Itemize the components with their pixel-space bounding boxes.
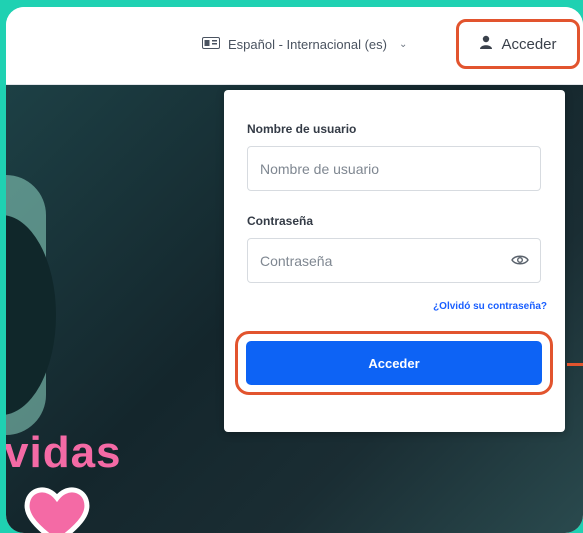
language-icon — [202, 36, 220, 52]
heart-icon — [22, 480, 92, 533]
username-placeholder: Nombre de usuario — [260, 160, 380, 177]
username-label: Nombre de usuario — [247, 122, 357, 136]
username-input[interactable]: Nombre de usuario — [247, 146, 541, 191]
language-selector[interactable]: Español - Internacional (es) ⌄ — [202, 34, 407, 54]
chevron-down-icon: ⌄ — [398, 38, 408, 50]
hero-text: vidas — [6, 428, 122, 477]
app-window: Español - Internacional (es) ⌄ Acceder v… — [6, 7, 583, 533]
submit-highlight: Acceder — [235, 331, 553, 395]
annotation-arrow — [567, 363, 583, 366]
password-label: Contraseña — [247, 214, 314, 228]
forgot-password-link[interactable]: ¿Olvidó su contraseña? — [433, 301, 547, 312]
top-bar: Español - Internacional (es) ⌄ Acceder — [6, 7, 583, 85]
header-login-label: Acceder — [501, 35, 557, 53]
password-placeholder: Contraseña — [260, 252, 333, 269]
header-login-button[interactable]: Acceder — [456, 19, 580, 69]
language-label: Español - Internacional (es) — [228, 36, 387, 52]
eye-icon[interactable] — [511, 253, 529, 269]
user-icon — [479, 35, 493, 53]
decorative-shape — [6, 215, 56, 415]
login-card: Nombre de usuario Nombre de usuario Cont… — [224, 90, 565, 432]
password-input[interactable]: Contraseña — [247, 238, 541, 283]
submit-button[interactable]: Acceder — [246, 341, 542, 385]
